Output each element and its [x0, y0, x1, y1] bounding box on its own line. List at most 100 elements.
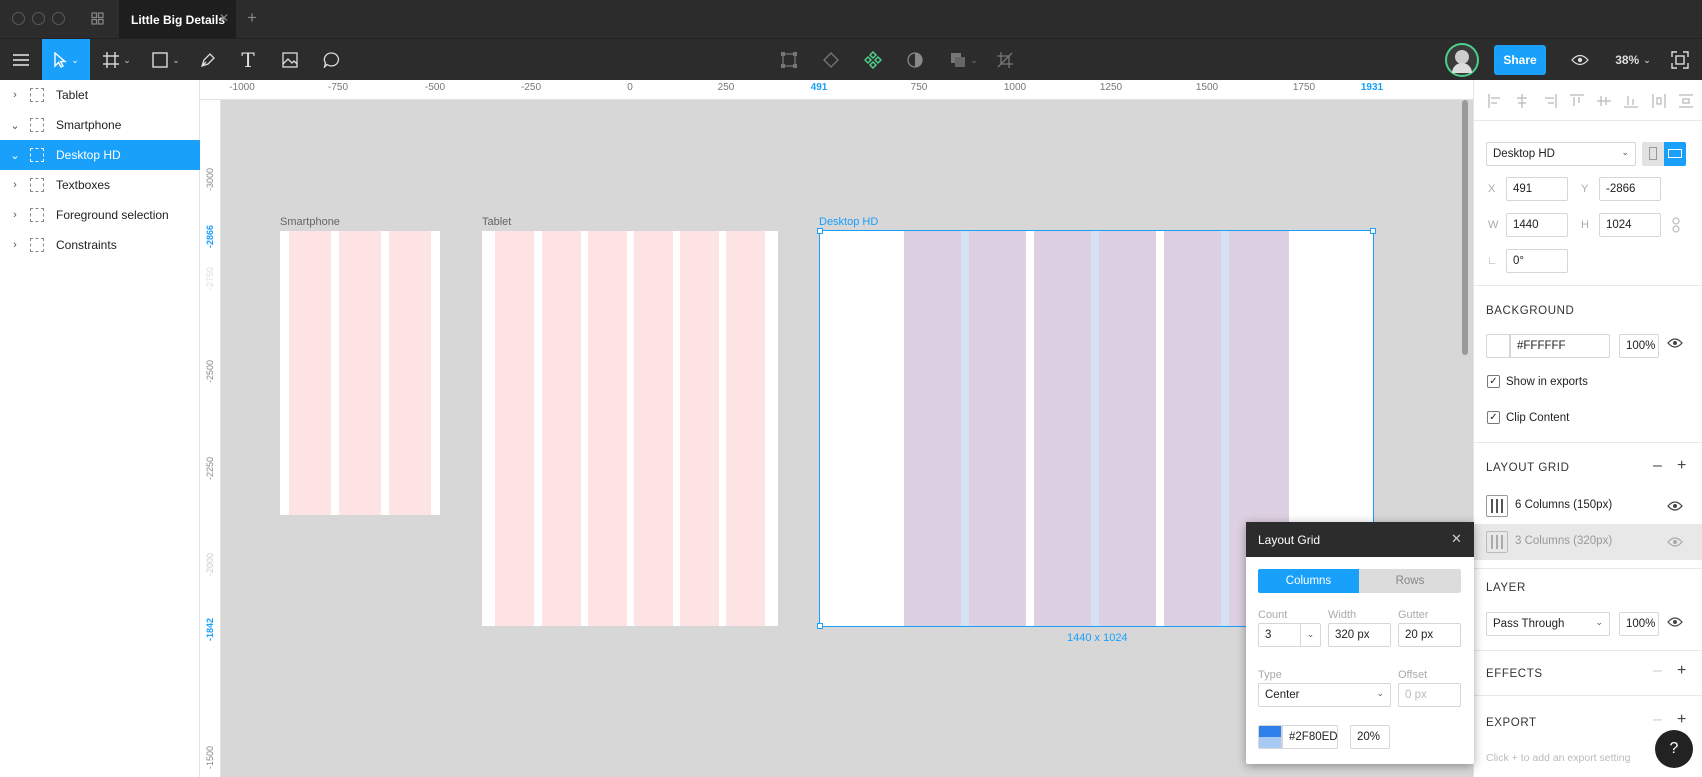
- visibility-eye-icon[interactable]: [1667, 500, 1683, 515]
- expand-chevron-icon[interactable]: ›: [8, 239, 22, 251]
- height-input[interactable]: 1024: [1599, 213, 1661, 237]
- detach-instance-icon[interactable]: [816, 39, 846, 81]
- component-frame-icon[interactable]: [774, 39, 804, 81]
- comment-tool-button[interactable]: [317, 39, 347, 81]
- rows-tab[interactable]: Rows: [1359, 569, 1461, 593]
- show-in-exports-checkbox[interactable]: ✓: [1487, 375, 1500, 388]
- text-tool-icon[interactable]: T: [233, 39, 263, 81]
- layer-constraints[interactable]: › Constraints: [0, 230, 200, 260]
- columns-tab[interactable]: Columns: [1258, 569, 1359, 593]
- resize-handle[interactable]: [817, 228, 823, 234]
- maximize-window-button[interactable]: [52, 12, 65, 25]
- smartphone-frame-label[interactable]: Smartphone: [280, 216, 340, 228]
- grid-item-6-columns[interactable]: 6 Columns (150px): [1474, 488, 1702, 524]
- frame-preset-select[interactable]: Desktop HD ⌄: [1486, 142, 1636, 166]
- preview-eye-icon[interactable]: [1565, 39, 1595, 81]
- desktop-frame-label[interactable]: Desktop HD: [819, 216, 878, 228]
- vertical-scrollbar[interactable]: [1462, 100, 1468, 355]
- frame-tool-button[interactable]: ⌄: [97, 39, 137, 81]
- fullscreen-icon[interactable]: [1665, 39, 1695, 81]
- clip-content-checkbox[interactable]: ✓: [1487, 411, 1500, 424]
- create-component-icon[interactable]: [858, 39, 888, 81]
- tab-file[interactable]: Little Big Details ✕: [119, 0, 236, 38]
- align-top-icon[interactable]: [1569, 94, 1584, 108]
- visibility-eye-icon[interactable]: [1667, 616, 1683, 631]
- grid-color-hex-input[interactable]: #2F80ED: [1282, 725, 1338, 749]
- expand-chevron-icon[interactable]: ›: [8, 179, 22, 191]
- layer-desktop-hd[interactable]: ⌄ Desktop HD: [0, 140, 200, 170]
- mask-icon[interactable]: [900, 39, 930, 81]
- move-tool-button[interactable]: ⌄: [42, 39, 90, 81]
- shape-tool-button[interactable]: ⌄: [146, 39, 186, 81]
- chevron-down-icon[interactable]: ⌄: [1300, 624, 1320, 646]
- figma-window: Little Big Details ✕ + ⌄ ⌄ ⌄ T ⌄ Share 3…: [0, 0, 1702, 777]
- crop-icon[interactable]: [990, 39, 1020, 81]
- offset-input[interactable]: 0 px: [1398, 683, 1461, 707]
- columns-grid-icon[interactable]: [1486, 531, 1508, 553]
- tablet-frame[interactable]: [482, 231, 778, 626]
- x-input[interactable]: 491: [1506, 177, 1568, 201]
- grid-color-opacity-input[interactable]: 20%: [1350, 725, 1390, 749]
- expand-chevron-icon[interactable]: ›: [8, 209, 22, 221]
- align-left-icon[interactable]: [1488, 94, 1502, 108]
- layer-opacity-input[interactable]: 100%: [1619, 612, 1659, 636]
- visibility-eye-icon[interactable]: [1667, 337, 1683, 352]
- count-stepper[interactable]: 3 ⌄: [1258, 623, 1321, 647]
- smartphone-frame[interactable]: [280, 231, 440, 515]
- tab-close-icon[interactable]: ✕: [219, 11, 229, 25]
- align-middle-icon[interactable]: [1597, 94, 1612, 108]
- close-popup-icon[interactable]: ✕: [1451, 531, 1462, 547]
- width-input[interactable]: 1440: [1506, 213, 1568, 237]
- minimize-window-button[interactable]: [32, 12, 45, 25]
- layer-tablet[interactable]: › Tablet: [0, 80, 200, 110]
- align-bottom-icon[interactable]: [1624, 94, 1639, 108]
- add-effect-icon[interactable]: +: [1677, 662, 1686, 680]
- visibility-eye-icon[interactable]: [1667, 536, 1683, 551]
- tablet-frame-label[interactable]: Tablet: [482, 216, 511, 228]
- remove-grid-icon[interactable]: –: [1653, 457, 1662, 475]
- background-color-swatch[interactable]: [1486, 334, 1510, 358]
- layer-textboxes[interactable]: › Textboxes: [0, 170, 200, 200]
- add-grid-icon[interactable]: +: [1677, 457, 1686, 475]
- close-window-button[interactable]: [12, 12, 25, 25]
- grid-item-3-columns[interactable]: 3 Columns (320px): [1474, 524, 1702, 560]
- blend-mode-select[interactable]: Pass Through ⌄: [1486, 612, 1610, 636]
- share-button[interactable]: Share: [1494, 45, 1546, 75]
- grid-color-swatch[interactable]: [1258, 725, 1282, 749]
- remove-effect-icon[interactable]: –: [1653, 662, 1662, 680]
- align-right-icon[interactable]: [1543, 94, 1557, 108]
- pen-tool-button[interactable]: [193, 39, 223, 81]
- layer-foreground-selection[interactable]: › Foreground selection: [0, 200, 200, 230]
- constrain-proportions-icon[interactable]: [1672, 217, 1680, 233]
- add-export-icon[interactable]: +: [1677, 711, 1686, 729]
- align-center-icon[interactable]: [1515, 94, 1529, 108]
- file-browser-icon[interactable]: [91, 12, 104, 25]
- remove-export-icon[interactable]: –: [1653, 711, 1662, 729]
- y-input[interactable]: -2866: [1599, 177, 1661, 201]
- new-tab-button[interactable]: +: [247, 8, 257, 28]
- collapse-chevron-icon[interactable]: ⌄: [8, 119, 22, 132]
- column-width-input[interactable]: 320 px: [1328, 623, 1391, 647]
- resize-handle[interactable]: [1370, 228, 1376, 234]
- collapse-chevron-icon[interactable]: ⌄: [8, 149, 22, 162]
- columns-grid-icon[interactable]: [1486, 495, 1508, 517]
- expand-chevron-icon[interactable]: ›: [8, 89, 22, 101]
- gutter-input[interactable]: 20 px: [1398, 623, 1461, 647]
- user-avatar[interactable]: [1445, 43, 1479, 77]
- distribute-vertical-icon[interactable]: [1678, 94, 1693, 108]
- grid-type-select[interactable]: Center ⌄: [1258, 683, 1391, 707]
- rotation-input[interactable]: 0°: [1506, 249, 1568, 273]
- background-opacity-input[interactable]: 100%: [1619, 334, 1659, 358]
- help-button[interactable]: ?: [1655, 730, 1693, 768]
- background-hex-input[interactable]: #FFFFFF: [1510, 334, 1610, 358]
- layer-smartphone[interactable]: ⌄ Smartphone: [0, 110, 200, 140]
- export-hint: Click + to add an export setting: [1486, 752, 1631, 764]
- image-tool-button[interactable]: [275, 39, 305, 81]
- landscape-orientation-button[interactable]: [1664, 142, 1686, 166]
- portrait-orientation-button[interactable]: [1642, 142, 1664, 166]
- main-menu-icon[interactable]: [0, 39, 42, 81]
- resize-handle[interactable]: [817, 623, 823, 629]
- boolean-ops-icon[interactable]: ⌄: [944, 39, 984, 81]
- distribute-horizontal-icon[interactable]: [1652, 94, 1666, 108]
- zoom-menu[interactable]: 38% ⌄: [1608, 39, 1658, 81]
